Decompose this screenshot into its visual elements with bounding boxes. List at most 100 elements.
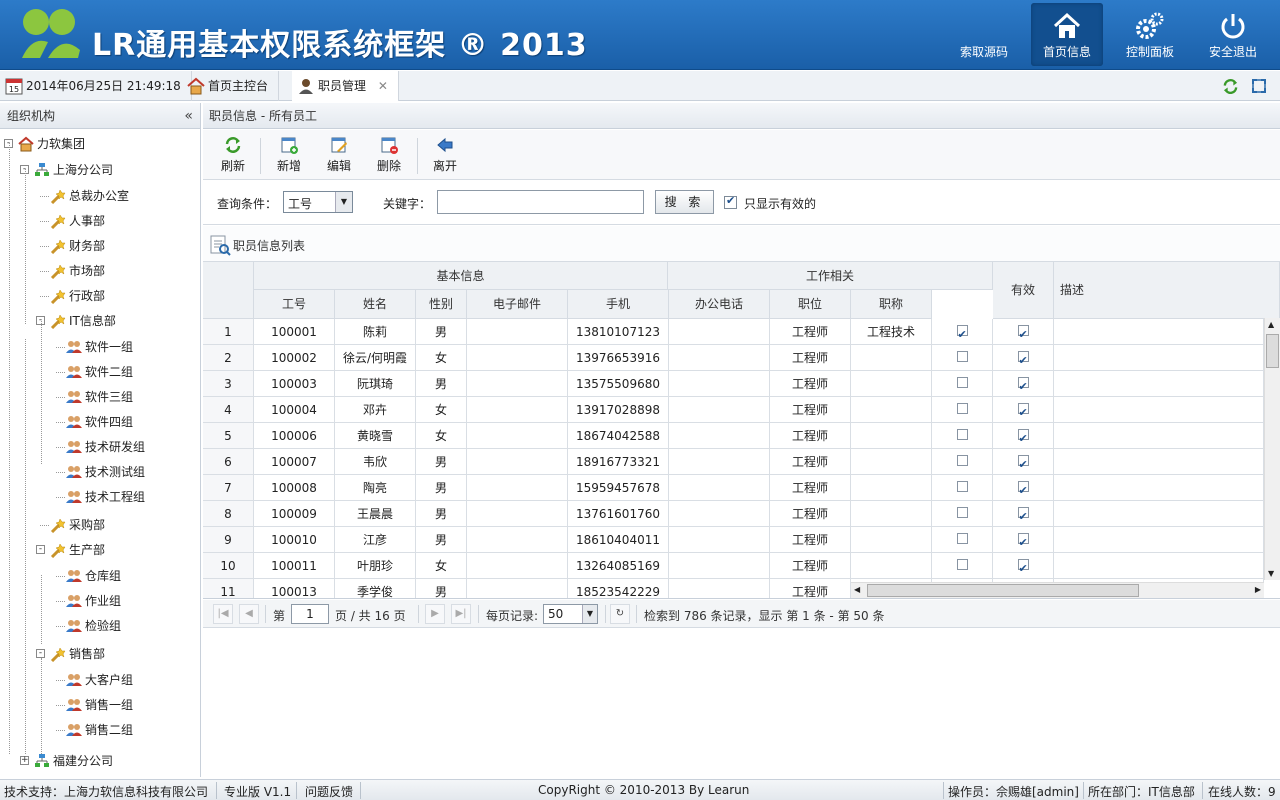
tree-node[interactable]: 作业组 [66,590,121,612]
column-header[interactable]: 工号 [254,290,335,319]
column-header[interactable]: 描述 [1054,262,1280,319]
scroll-up-icon[interactable]: ▲ [1268,320,1274,329]
refresh-button[interactable]: 刷新 [211,136,255,174]
tree-node[interactable]: 软件四组 [66,411,133,433]
resigned-checkbox[interactable] [956,377,968,388]
tab-staff-management[interactable]: 职员管理 ✕ [292,71,399,101]
scroll-thumb[interactable] [1266,334,1279,368]
control-panel-button[interactable]: 控制面板 [1114,3,1186,66]
tree-node[interactable]: 软件三组 [66,386,133,408]
page-number-input[interactable]: 1 [291,604,329,624]
feedback-link[interactable]: 问题反馈 [305,783,353,800]
column-header[interactable]: 姓名 [335,290,416,319]
table-cell [467,475,568,501]
first-page-icon[interactable]: |◀ [213,604,233,624]
column-header[interactable]: 职位 [770,290,851,319]
search-condition-select[interactable]: 工号 ▼ [283,191,353,213]
next-page-icon[interactable]: ▶ [425,604,445,624]
scroll-down-icon[interactable]: ▼ [1268,569,1274,578]
fullscreen-icon[interactable] [1251,78,1267,94]
tree-node[interactable]: 技术测试组 [66,461,145,483]
valid-only-checkbox[interactable] [724,194,737,209]
tree-node[interactable]: 人事部 [50,210,105,232]
valid-checkbox[interactable] [1017,478,1029,500]
resigned-checkbox[interactable] [956,533,968,544]
column-header[interactable]: 性别 [416,290,467,319]
tree-node[interactable]: 仓库组 [66,565,121,587]
resigned-checkbox[interactable] [956,322,968,344]
valid-checkbox[interactable] [1017,452,1029,474]
tab-home-console[interactable]: 首页主控台 [182,71,280,101]
tree-node[interactable]: 上海分公司 [34,159,113,181]
valid-checkbox[interactable] [1017,504,1029,526]
resigned-checkbox[interactable] [956,559,968,570]
table-cell: 工程师 [770,345,851,371]
table-cell [932,345,993,371]
scroll-right-icon[interactable]: ▶ [1255,585,1261,594]
back-button[interactable]: 离开 [423,136,467,174]
last-page-icon[interactable]: ▶| [451,604,471,624]
delete-button[interactable]: 删除 [367,136,411,174]
collapse-toggle-icon[interactable]: - [36,545,45,554]
prev-page-icon[interactable]: ◀ [239,604,259,624]
tree-node[interactable]: 力软集团 [18,133,85,155]
table-cell [669,579,770,598]
add-button[interactable]: 新增 [267,136,311,174]
tree-node[interactable]: 软件二组 [66,361,133,383]
tree-node[interactable]: 软件一组 [66,336,133,358]
tree-node[interactable]: 财务部 [50,235,105,257]
collapse-toggle-icon[interactable]: - [36,649,45,658]
tree-node[interactable]: 生产部 [50,539,105,561]
tree-node[interactable]: 市场部 [50,260,105,282]
scroll-left-icon[interactable]: ◀ [854,585,860,594]
column-header[interactable]: 办公电话 [669,290,770,319]
tree-node[interactable]: 技术工程组 [66,486,145,508]
valid-checkbox[interactable] [1017,374,1029,396]
valid-checkbox[interactable] [1017,322,1029,344]
dept-icon [50,213,66,229]
column-header[interactable]: 电子邮件 [467,290,568,319]
logout-button[interactable]: 安全退出 [1197,3,1269,66]
close-icon[interactable]: ✕ [378,79,388,93]
tree-node[interactable]: 销售二组 [66,719,133,741]
tree-node[interactable]: 销售部 [50,643,105,665]
tree-node[interactable]: 销售一组 [66,694,133,716]
resigned-checkbox[interactable] [956,481,968,492]
tree-node[interactable]: 采购部 [50,514,105,536]
valid-checkbox[interactable] [1017,348,1029,370]
tree-node[interactable]: 福建分公司 [34,750,113,772]
source-code-button[interactable]: 索取源码 [948,3,1020,66]
tree-node[interactable]: 总裁办公室 [50,185,129,207]
refresh-icon[interactable] [1222,78,1239,95]
home-info-button[interactable]: 首页信息 [1031,3,1103,66]
valid-checkbox[interactable] [1017,426,1029,448]
valid-checkbox[interactable] [1017,530,1029,552]
search-button[interactable]: 搜 索 [655,190,714,214]
resigned-checkbox[interactable] [956,429,968,440]
column-header[interactable]: 有效 [993,262,1054,319]
resigned-checkbox[interactable] [956,507,968,518]
tree-node[interactable]: 检验组 [66,615,121,637]
column-header[interactable]: 手机 [568,290,669,319]
keyword-input[interactable] [437,190,644,214]
resigned-checkbox[interactable] [956,455,968,466]
column-header[interactable]: 职称 [851,290,932,319]
tree-node[interactable]: IT信息部 [50,310,116,332]
dept-icon [50,646,66,662]
scroll-thumb[interactable] [867,584,1139,597]
tree-node[interactable]: 行政部 [50,285,105,307]
tree-node[interactable]: 技术研发组 [66,436,145,458]
edit-button[interactable]: 编辑 [317,136,361,174]
home-icon [1053,12,1081,38]
resigned-checkbox[interactable] [956,351,968,362]
tree-node[interactable]: 大客户组 [66,669,133,691]
vertical-scrollbar[interactable]: ▲ ▼ [1264,318,1280,580]
expand-toggle-icon[interactable]: + [20,756,29,765]
valid-checkbox[interactable] [1017,556,1029,578]
per-page-select[interactable]: 50 ▼ [543,604,598,624]
valid-checkbox[interactable] [1017,400,1029,422]
resigned-checkbox[interactable] [956,403,968,414]
collapse-icon[interactable]: « [184,103,193,129]
horizontal-scrollbar[interactable]: ◀ ▶ [851,582,1264,598]
reload-icon[interactable]: ↻ [610,604,630,624]
